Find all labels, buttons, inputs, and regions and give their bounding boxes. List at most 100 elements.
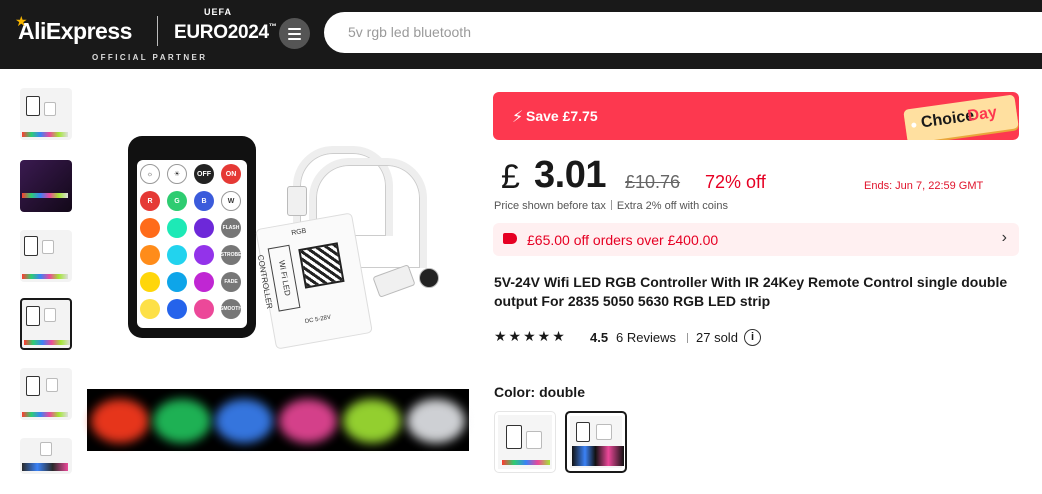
remote-icon [506,425,522,449]
remote-icon [24,236,38,256]
logo-star-icon: ★ [15,13,28,29]
remote-button [140,299,160,319]
save-banner: ⚡ Save £7.75 Choice Day [493,92,1019,140]
variant-image [498,415,552,469]
badge-day: Day [966,104,998,125]
remote-button [194,272,214,292]
led-strip-icon [24,340,70,345]
thumbnail-3[interactable] [20,230,72,282]
variant-swatch-double-selected[interactable] [565,411,627,473]
remote-button [140,218,160,238]
badge-dot [911,122,917,128]
tax-separator [610,200,612,210]
led-strip-icon [502,460,550,465]
led-glow-green [153,399,211,443]
connector-plug [372,264,416,298]
remote-button: G [167,191,187,211]
choice-day-badge: Choice Day [903,94,1019,140]
discount-percent: 72% off [705,172,766,192]
search-input[interactable] [348,22,948,42]
controller-icon [40,442,52,456]
led-glow-red [91,399,149,443]
remote-button [140,272,160,292]
controller-icon [42,240,54,254]
coins-text: Extra 2% off with coins [616,200,728,212]
remote-button [167,245,187,265]
thumbnail-1[interactable] [20,88,72,140]
remote-icon [26,306,40,326]
remote-button: FADE [221,272,241,292]
remote-button [194,218,214,238]
wifi-controller-image: Wi Fi LED CONTROLLER RGB DC 5-28V [255,212,373,350]
led-strip-photo [87,389,469,451]
connector-plug [419,268,439,288]
header-divider [157,16,158,46]
variant-swatch-single[interactable] [494,411,556,473]
remote-button [167,299,187,319]
led-glow-pink [279,399,337,443]
led-strip-icon [572,446,624,466]
coupon-row[interactable]: £65.00 off orders over £400.00 › [493,223,1019,256]
aliexpress-logo[interactable]: ★ AliExpress [15,13,132,45]
reviews-link[interactable]: 6 Reviews [616,330,676,345]
remote-button: ☼ [140,164,160,184]
controller-icon [46,378,58,392]
remote-button: B [194,191,214,211]
remote-button: SMOOTH [220,299,242,319]
led-strip-icon [22,412,68,417]
current-price: 3.01 [534,154,606,196]
thumbnail-2[interactable] [20,160,72,212]
led-strip-icon [22,463,68,471]
remote-icon [26,376,40,396]
remote-button [167,218,187,238]
info-icon[interactable]: i [744,329,761,346]
led-strip-icon [22,132,68,137]
controller-icon [526,431,542,449]
tax-note: Price shown before tax Extra 2% off with … [494,200,728,212]
controller-icon [44,308,56,322]
tax-text: Price shown before tax [494,200,606,212]
sold-count: 27 sold [696,330,738,345]
sale-end-time: Ends: Jun 7, 22:59 GMT [864,180,984,192]
menu-icon-line [288,28,301,30]
remote-icon [26,96,40,116]
remote-button [194,245,214,265]
ir-remote-image: ☼ ☀ OFF ON R G B W FLASH STROBE FADE SMO… [128,136,256,338]
thumbnail-6[interactable] [20,438,72,474]
variant-image [570,416,624,468]
controller-spec: DC 5-28V [304,314,332,326]
led-strip-icon [22,274,68,279]
controller-label: Wi Fi LED CONTROLLER [256,244,301,312]
main-product-image[interactable]: ☼ ☀ OFF ON R G B W FLASH STROBE FADE SMO… [87,88,469,451]
search-bar[interactable] [324,12,1042,53]
save-amount: Save £7.75 [526,108,598,124]
thumbnail-4-selected[interactable] [20,298,72,350]
trademark: ™ [268,22,277,31]
remote-button [194,299,214,319]
rating-separator [687,333,688,343]
led-glow-blue [215,399,273,443]
controller-icon [44,102,56,116]
remote-button [140,245,160,265]
controller-icon [596,424,612,440]
brand-name: AliExpress [18,18,132,44]
connector-plug [287,186,307,216]
rating-score: 4.5 [590,330,609,345]
controller-rgb: RGB [290,227,307,238]
uefa-label: UEFA [204,7,233,17]
remote-button: OFF [194,164,214,184]
qr-code-icon [298,242,345,289]
remote-button: W [221,191,241,211]
remote-icon [576,422,590,442]
remote-button: ON [221,164,241,184]
currency-symbol: £ [501,158,520,196]
lightning-icon: ⚡ [512,109,524,126]
chevron-right-icon[interactable]: › [1002,229,1007,247]
remote-button: ☀ [167,164,187,184]
color-label: Color: double [494,384,585,400]
top-header: ★ AliExpress UEFA EURO2024™ OFFICIAL PAR… [0,0,1042,69]
menu-icon-line [288,33,301,35]
star-rating-icon: ★★★★★ [494,328,567,344]
thumbnail-5[interactable] [20,368,72,420]
menu-button[interactable] [279,18,310,49]
